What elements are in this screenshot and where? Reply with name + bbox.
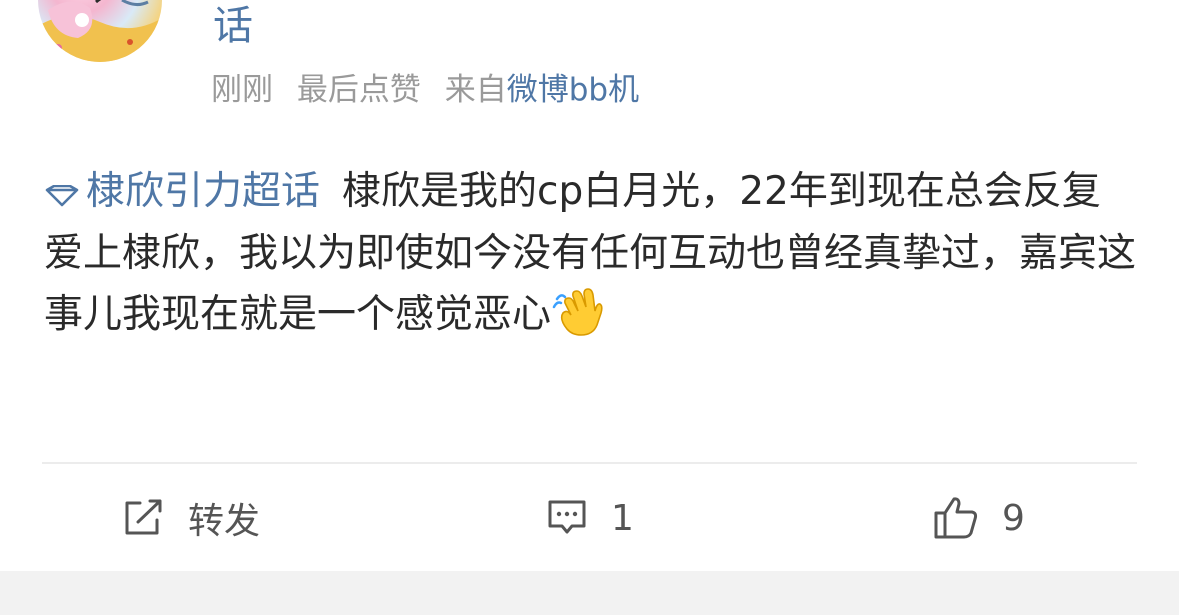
comment-button[interactable]: 1	[545, 488, 634, 548]
action-bar: 转发 1 9	[0, 488, 1179, 548]
author-name[interactable]: 话	[213, 2, 253, 50]
repost-label: 转发	[188, 501, 261, 542]
topic-label: 棣欣引力超话	[86, 169, 321, 214]
divider	[42, 462, 1137, 464]
topic-link[interactable]: 棣欣引力超话	[44, 169, 320, 214]
post-content: 棣欣引力超话 棣欣是我的cp白月光，22年到现在总会反复爱上棣欣，我以为即使如今没…	[44, 161, 1139, 346]
post-time: 刚刚	[211, 72, 273, 108]
comment-icon	[548, 500, 586, 534]
like-count: 9	[1002, 497, 1025, 539]
like-status: 最后点赞	[296, 72, 421, 108]
avatar[interactable]	[38, 0, 162, 62]
thumbs-up-icon	[934, 497, 978, 539]
source-prefix: 来自	[444, 72, 507, 108]
repost-button[interactable]: 转发	[122, 488, 260, 548]
repost-icon	[125, 499, 162, 535]
post-meta: 刚刚 最后点赞 来自微博bb机	[211, 68, 639, 112]
comment-count: 1	[611, 497, 634, 539]
weibo-post-card: 话 刚刚 最后点赞 来自微博bb机 棣欣引力超话 棣欣是我的cp白月光，22年到现…	[0, 0, 1179, 615]
card-separator	[0, 571, 1179, 615]
super-topic-icon	[45, 184, 79, 207]
like-button[interactable]: 9	[932, 488, 1025, 548]
waving-hand-icon	[552, 288, 603, 336]
source-link[interactable]: 微博bb机	[507, 72, 639, 108]
